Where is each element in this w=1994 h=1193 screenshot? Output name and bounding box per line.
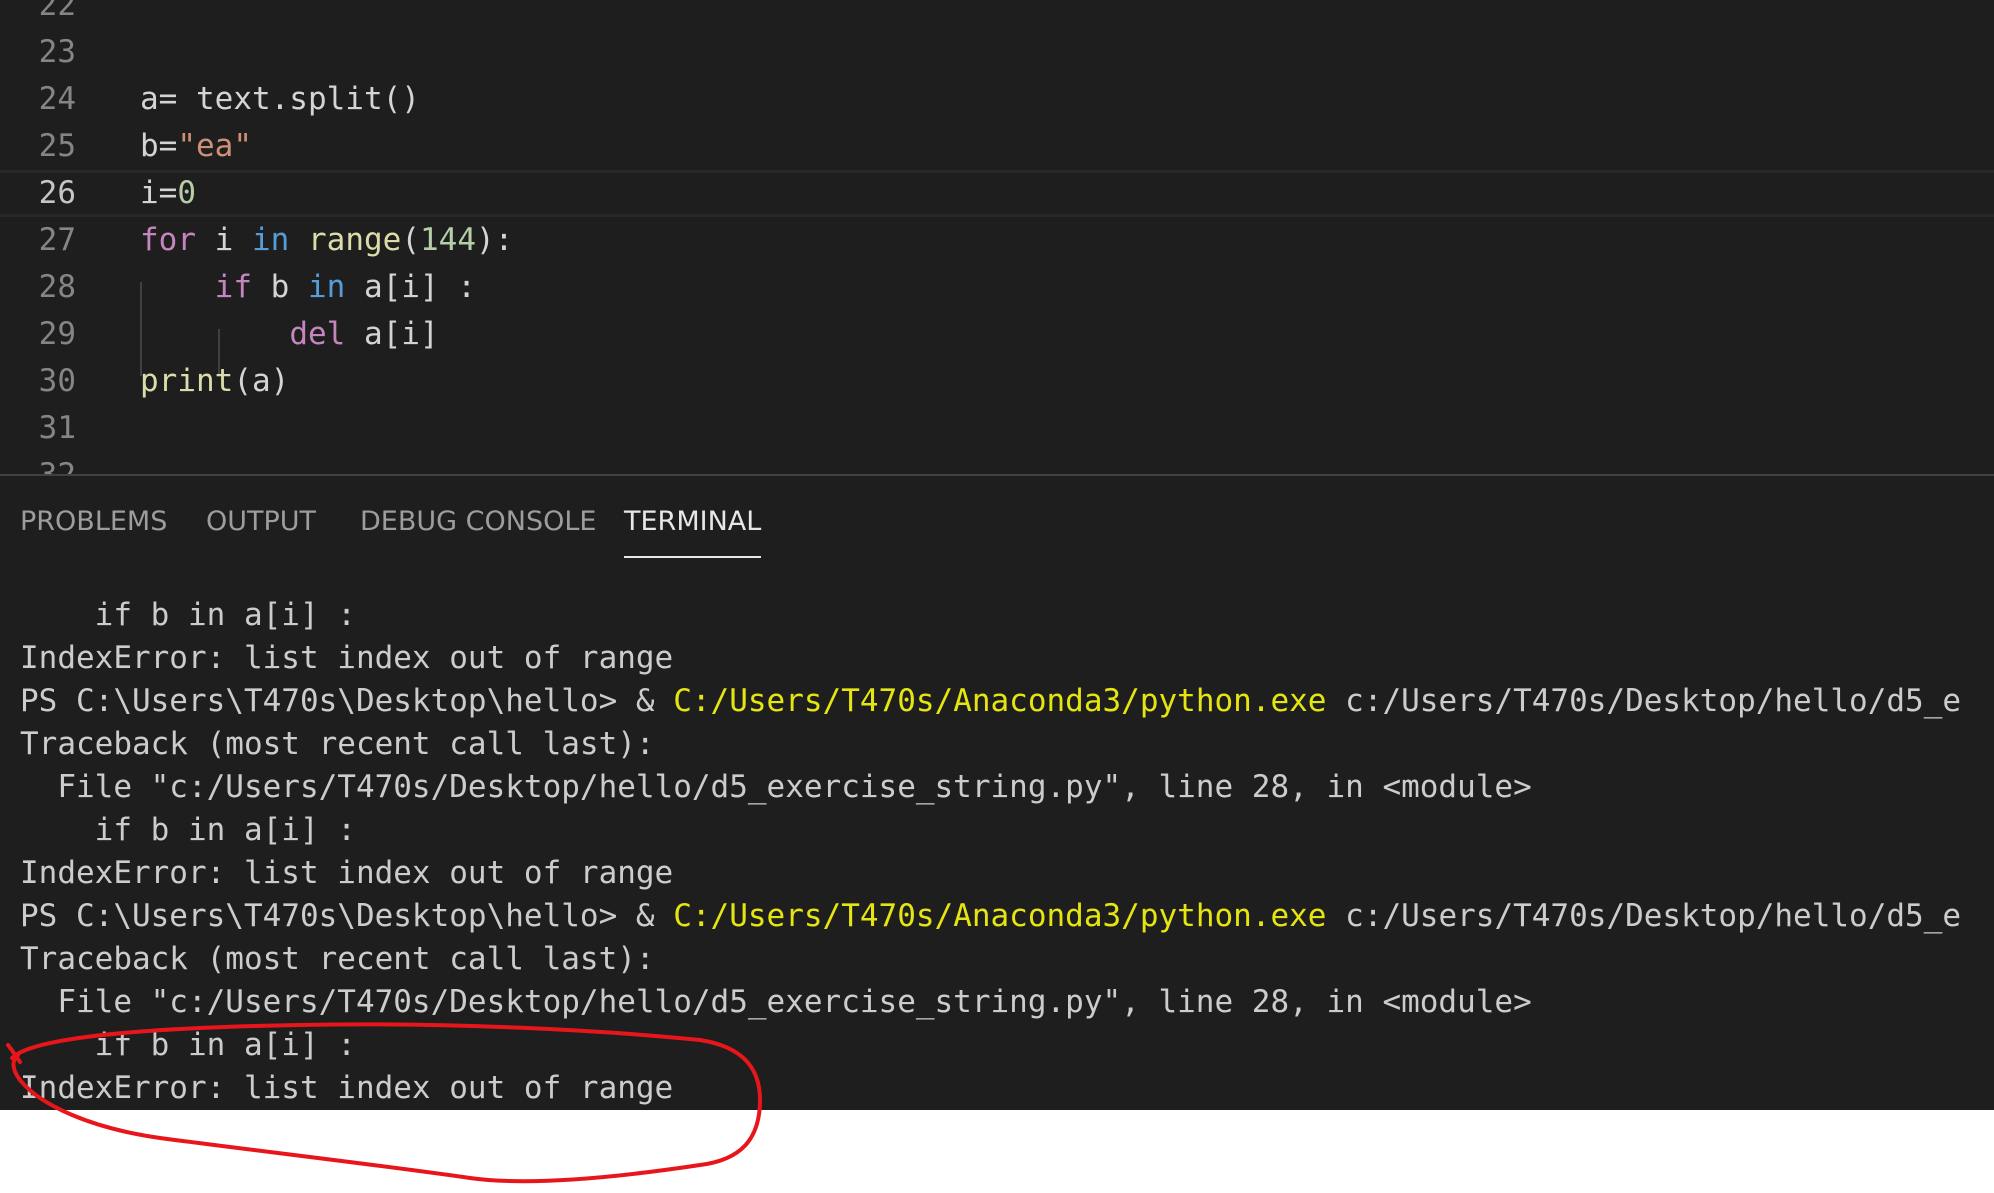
terminal-line: PS C:\Users\T470s\Desktop\hello> & C:/Us… — [20, 680, 1961, 723]
terminal-line: IndexError: list index out of range — [20, 852, 673, 895]
code-token: if — [214, 269, 252, 305]
code-editor[interactable]: 22 23 24 a= text.split() 25 b="ea" 26 i=0 27 for … — [0, 0, 1994, 474]
code-line[interactable]: 25 b="ea" — [0, 123, 1994, 170]
terminal-text: File "c:/Users/T470s/Desktop/hello/d5_ex… — [20, 769, 1532, 805]
line-number: 25 — [38, 128, 76, 164]
tab-output[interactable]: OUTPUT — [206, 506, 316, 556]
code-line[interactable]: 32 — [0, 452, 1994, 474]
code-token: i — [196, 222, 252, 258]
code-token: a[i] : — [345, 269, 476, 305]
terminal-line: PS C:\Users\T470s\Desktop\hello> & C:/Us… — [20, 895, 1961, 938]
terminal-text: IndexError: list index out of range — [20, 640, 674, 676]
code-text: if b in a[i] : — [140, 264, 476, 311]
code-text: a= text.split() — [140, 76, 420, 123]
code-token: i= — [140, 175, 178, 211]
code-token: a[i] — [345, 316, 439, 352]
line-number: 23 — [38, 34, 76, 70]
line-number: 30 — [38, 363, 76, 399]
code-token: print — [140, 363, 234, 399]
code-token: 0 — [177, 175, 196, 211]
terminal-line: if b in a[i] : — [20, 809, 356, 852]
terminal-exe-path: C:/Users/T470s/Anaconda3/python.exe — [673, 898, 1327, 934]
terminal-line: Traceback (most recent call last): — [20, 723, 655, 766]
line-number: 28 — [38, 269, 76, 305]
line-number: 22 — [38, 0, 76, 23]
panel-tabs: PROBLEMS OUTPUT DEBUG CONSOLE TERMINAL — [0, 476, 1994, 560]
code-token: (a) — [233, 363, 290, 399]
terminal-text: PS C:\Users\T470s\Desktop\hello> & — [20, 898, 674, 934]
line-number: 24 — [38, 81, 76, 117]
code-token: "ea" — [177, 128, 252, 164]
code-token: ( — [401, 222, 420, 258]
code-line[interactable]: 22 — [0, 0, 1994, 29]
terminal-text: IndexError: list index out of range — [20, 855, 674, 891]
code-line[interactable]: 30 print(a) — [0, 358, 1994, 405]
code-token: for — [140, 222, 196, 258]
code-text: print(a) — [140, 358, 289, 405]
terminal-text: if b in a[i] : — [20, 1027, 356, 1063]
terminal-text: IndexError: list index out of range — [20, 1070, 674, 1106]
terminal-text: Traceback (most recent call last): — [20, 941, 655, 977]
terminal-line: IndexError: list index out of range — [20, 637, 673, 680]
terminal-text: c:/Users/T470s/Desktop/hello/d5_e — [1326, 683, 1962, 719]
terminal-text: if b in a[i] : — [20, 812, 356, 848]
terminal-text: PS C:\Users\T470s\Desktop\hello> & — [20, 683, 674, 719]
terminal-line: if b in a[i] : — [20, 594, 356, 637]
code-token: in — [307, 269, 346, 305]
code-line[interactable]: 24 a= text.split() — [0, 76, 1994, 123]
terminal-text: File "c:/Users/T470s/Desktop/hello/d5_ex… — [20, 984, 1532, 1020]
code-line[interactable]: 23 — [0, 29, 1994, 76]
tab-problems[interactable]: PROBLEMS — [20, 506, 167, 556]
bottom-panel: PROBLEMS OUTPUT DEBUG CONSOLE TERMINAL if b… — [0, 474, 1994, 1110]
terminal-line: File "c:/Users/T470s/Desktop/hello/d5_ex… — [20, 981, 1532, 1024]
line-number: 32 — [0, 452, 76, 474]
line-number: 26 — [38, 175, 76, 211]
terminal-line: File "c:/Users/T470s/Desktop/hello/d5_ex… — [20, 766, 1532, 809]
code-token: b= — [140, 128, 178, 164]
code-token: 144 — [420, 222, 476, 258]
code-line[interactable]: 28 if b in a[i] : — [0, 264, 1994, 311]
terminal-exe-path: C:/Users/T470s/Anaconda3/python.exe — [673, 683, 1327, 719]
terminal-text: if b in a[i] : — [20, 597, 356, 633]
terminal-line: IndexError: list index out of range — [20, 1067, 673, 1110]
code-line[interactable]: 29 del a[i] — [0, 311, 1994, 358]
line-number: 29 — [38, 316, 76, 352]
code-text: b="ea" — [140, 123, 252, 170]
terminal-line: Traceback (most recent call last): — [20, 938, 655, 981]
code-token: del — [289, 316, 346, 352]
code-text: i=0 — [140, 173, 196, 214]
terminal-line: if b in a[i] : — [20, 1024, 356, 1067]
code-text: del a[i] — [140, 311, 439, 358]
tab-debug-console[interactable]: DEBUG CONSOLE — [360, 506, 596, 556]
terminal-text: c:/Users/T470s/Desktop/hello/d5_e — [1326, 898, 1962, 934]
code-token: ): — [476, 222, 514, 258]
code-line[interactable]: 31 — [0, 405, 1994, 452]
line-number: 31 — [38, 410, 76, 446]
code-line[interactable]: 27 for i in range(144): — [0, 217, 1994, 264]
terminal-text: Traceback (most recent call last): — [20, 726, 655, 762]
code-token: b — [251, 269, 308, 305]
code-token: a= text.split() — [140, 81, 420, 117]
vscode-window: 22 23 24 a= text.split() 25 b="ea" 26 i=0 27 for … — [0, 0, 1994, 1110]
line-number: 27 — [38, 222, 76, 258]
code-token: range — [308, 222, 402, 258]
code-line[interactable]: 26 i=0 — [0, 170, 1994, 217]
code-text: for i in range(144): — [140, 217, 513, 264]
tab-terminal[interactable]: TERMINAL — [624, 506, 762, 558]
code-token: in — [252, 222, 290, 258]
